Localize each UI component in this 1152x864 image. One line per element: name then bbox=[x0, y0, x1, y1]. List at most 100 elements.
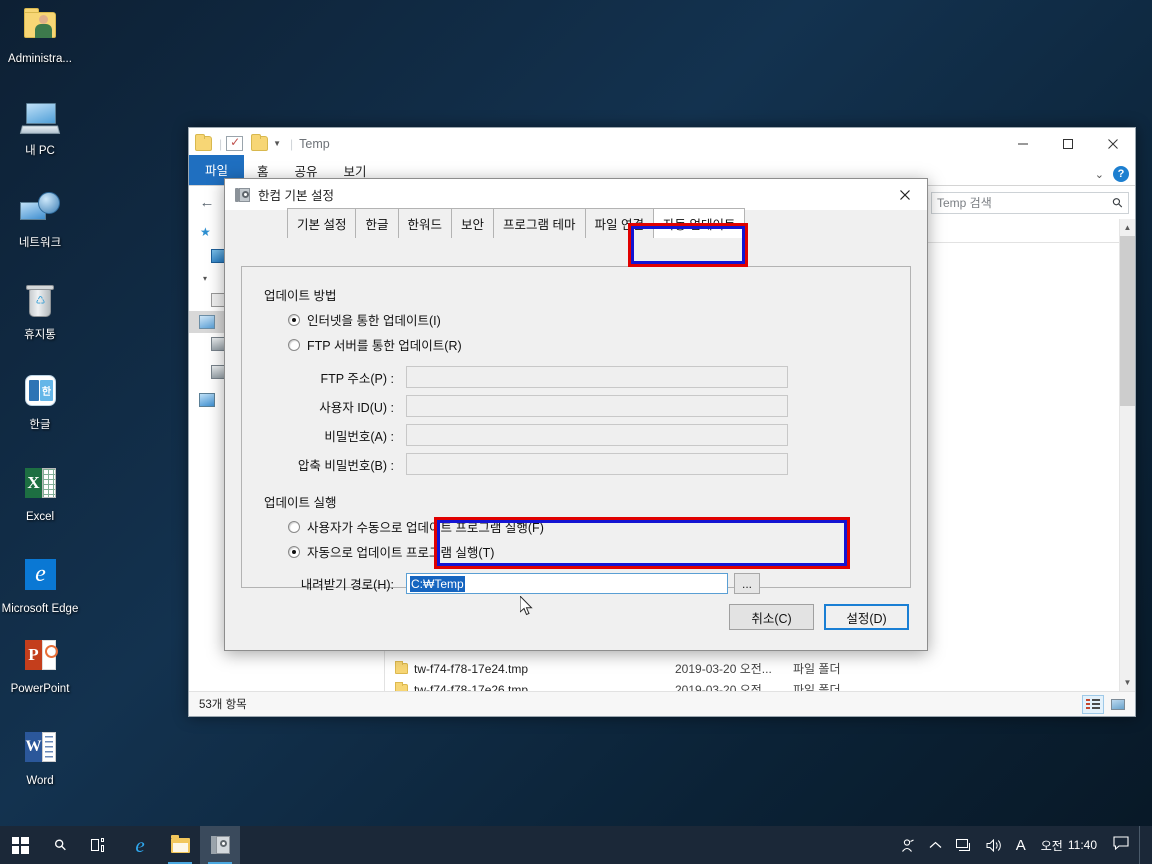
taskbar-clock[interactable]: 오전 11:40 bbox=[1033, 837, 1105, 854]
windows-start-icon bbox=[11, 836, 29, 854]
network-tray-icon[interactable] bbox=[949, 826, 979, 864]
tab-basic-settings[interactable]: 기본 설정 bbox=[287, 208, 357, 238]
folder-icon bbox=[395, 661, 408, 674]
tab-file-association[interactable]: 파일 연결 bbox=[584, 208, 654, 238]
update-exec-group-label: 업데이트 실행 bbox=[264, 496, 337, 510]
radio-button-icon[interactable] bbox=[288, 520, 300, 533]
large-icons-view-button[interactable] bbox=[1107, 695, 1129, 714]
table-row[interactable]: tw-f74-f78-17e24.tmp 2019-03-20 오전... 파일… bbox=[385, 658, 1135, 679]
this-pc-icon bbox=[16, 98, 64, 142]
radio-internet-update[interactable]: 인터넷을 통한 업데이트(I) bbox=[288, 310, 888, 329]
volume-icon[interactable] bbox=[979, 826, 1009, 864]
hancom-settings-icon bbox=[235, 187, 251, 203]
file-date: 2019-03-20 오전... bbox=[675, 683, 772, 691]
explorer-title-bar[interactable]: | ▼ | Temp bbox=[189, 128, 1135, 159]
start-button[interactable] bbox=[0, 826, 40, 864]
new-folder-icon[interactable] bbox=[251, 134, 269, 151]
help-icon[interactable]: ? bbox=[1113, 166, 1129, 182]
back-button[interactable]: ← bbox=[195, 191, 219, 215]
action-center-button[interactable] bbox=[1105, 835, 1139, 855]
radio-button-icon[interactable] bbox=[288, 338, 300, 351]
taskbar-hancom-button[interactable] bbox=[200, 826, 240, 864]
task-view-button[interactable] bbox=[80, 826, 120, 864]
radio-button-icon[interactable] bbox=[288, 545, 300, 558]
desktop-icon-edge[interactable]: e Microsoft Edge bbox=[1, 550, 79, 616]
vertical-scrollbar[interactable]: ▲ ▼ bbox=[1119, 219, 1135, 691]
ime-indicator[interactable]: A bbox=[1009, 826, 1033, 864]
network-icon bbox=[199, 393, 215, 407]
powerpoint-icon: P bbox=[16, 636, 64, 680]
taskbar-search-button[interactable]: ⚲ bbox=[40, 826, 80, 864]
favorites-star-icon bbox=[199, 225, 215, 241]
scroll-down-arrow[interactable]: ▼ bbox=[1120, 674, 1135, 691]
update-method-group-label: 업데이트 방법 bbox=[264, 289, 337, 303]
radio-ftp-update[interactable]: FTP 서버를 통한 업데이트(R) bbox=[288, 335, 888, 354]
large-icons-view-icon bbox=[1111, 698, 1125, 710]
password-input[interactable] bbox=[406, 424, 788, 446]
file-name: tw-f74-f78-17e24.tmp bbox=[414, 661, 529, 676]
radio-manual-update[interactable]: 사용자가 수동으로 업데이트 프로그램 실행(F) bbox=[288, 517, 888, 536]
show-desktop-button[interactable] bbox=[1139, 826, 1146, 864]
status-bar: 53개 항목 bbox=[189, 691, 1135, 716]
search-input[interactable]: Temp 검색 ⚲ bbox=[931, 191, 1129, 214]
user-folder-icon bbox=[16, 6, 64, 50]
desktop-icon-label: 한글 bbox=[29, 419, 51, 431]
desktop-icon-administrator[interactable]: Administra... bbox=[1, 0, 79, 66]
show-hidden-icons-chevron[interactable] bbox=[922, 826, 949, 864]
folder-icon bbox=[195, 134, 212, 151]
desktop-icon-label: Microsoft Edge bbox=[1, 603, 79, 615]
file-name-cell: tw-f74-f78-17e24.tmp bbox=[385, 661, 675, 676]
radio-label: 자동으로 업데이트 프로그램 실행(T) bbox=[307, 546, 495, 560]
password-row: 비밀번호(A) : bbox=[264, 424, 888, 446]
edge-icon: e bbox=[16, 556, 64, 600]
radio-button-icon[interactable] bbox=[288, 313, 300, 326]
dialog-close-button[interactable] bbox=[882, 179, 927, 210]
archive-password-input[interactable] bbox=[406, 453, 788, 475]
table-row[interactable]: tw-f74-f78-17e26.tmp 2019-03-20 오전... 파일… bbox=[385, 679, 1135, 691]
tab-auto-update[interactable]: 자동 업데이트 bbox=[653, 208, 746, 238]
maximize-button[interactable] bbox=[1045, 128, 1090, 159]
tab-security[interactable]: 보안 bbox=[451, 208, 495, 238]
scrollbar-thumb[interactable] bbox=[1120, 236, 1135, 406]
desktop-icon-label: PowerPoint bbox=[10, 683, 70, 695]
user-id-label: 사용자 ID(U) : bbox=[319, 400, 394, 415]
desktop-icon-recycle-bin[interactable]: ♺ 휴지통 bbox=[1, 276, 79, 342]
file-type: 파일 폴더 bbox=[793, 683, 841, 691]
dialog-title-bar[interactable]: 한컴 기본 설정 bbox=[225, 179, 927, 210]
scroll-up-arrow[interactable]: ▲ bbox=[1120, 219, 1135, 236]
ftp-address-input[interactable] bbox=[406, 366, 788, 388]
desktop-icon-label: Word bbox=[26, 775, 54, 787]
desktop-icon-network[interactable]: 네트워크 bbox=[1, 184, 79, 250]
folder-icon bbox=[395, 682, 408, 691]
desktop-icon-hangul[interactable]: 한 한글 bbox=[1, 366, 79, 432]
apply-button[interactable]: 설정(D) bbox=[824, 604, 909, 630]
desktop-icon-label: 내 PC bbox=[25, 145, 55, 157]
taskbar-edge-button[interactable]: e bbox=[120, 826, 160, 864]
desktop-icon-word[interactable]: W Word bbox=[1, 722, 79, 788]
details-view-button[interactable] bbox=[1082, 694, 1104, 714]
this-pc-icon bbox=[199, 315, 215, 329]
chevron-down-icon[interactable]: ▼ bbox=[273, 139, 281, 148]
chevron-down-icon[interactable]: ⌄ bbox=[1095, 168, 1104, 181]
taskbar-file-explorer-button[interactable] bbox=[160, 826, 200, 864]
desktop-icon-powerpoint[interactable]: P PowerPoint bbox=[1, 630, 79, 696]
close-button[interactable] bbox=[1090, 128, 1135, 159]
desktop-icon-this-pc[interactable]: 내 PC bbox=[1, 92, 79, 158]
taskbar: ⚲ e A 오전 11:40 bbox=[0, 826, 1152, 864]
desktop-icon-excel[interactable]: X Excel bbox=[1, 458, 79, 524]
tab-haword[interactable]: 한워드 bbox=[397, 208, 453, 238]
download-path-input[interactable]: C:₩Temp bbox=[406, 573, 728, 594]
radio-auto-update[interactable]: 자동으로 업데이트 프로그램 실행(T) bbox=[288, 542, 888, 561]
cancel-button[interactable]: 취소(C) bbox=[729, 604, 814, 630]
people-icon[interactable] bbox=[893, 826, 922, 864]
properties-icon[interactable] bbox=[226, 135, 244, 151]
network-icon bbox=[16, 190, 64, 234]
minimize-button[interactable] bbox=[1000, 128, 1045, 159]
desktop-icon-label: 네트워크 bbox=[18, 237, 62, 249]
browse-button[interactable]: ... bbox=[734, 573, 760, 594]
divider: | bbox=[219, 136, 223, 151]
user-id-input[interactable] bbox=[406, 395, 788, 417]
tab-hangul[interactable]: 한글 bbox=[355, 208, 399, 238]
item-count-label: 53개 항목 bbox=[199, 699, 247, 711]
tab-program-theme[interactable]: 프로그램 테마 bbox=[493, 208, 586, 238]
